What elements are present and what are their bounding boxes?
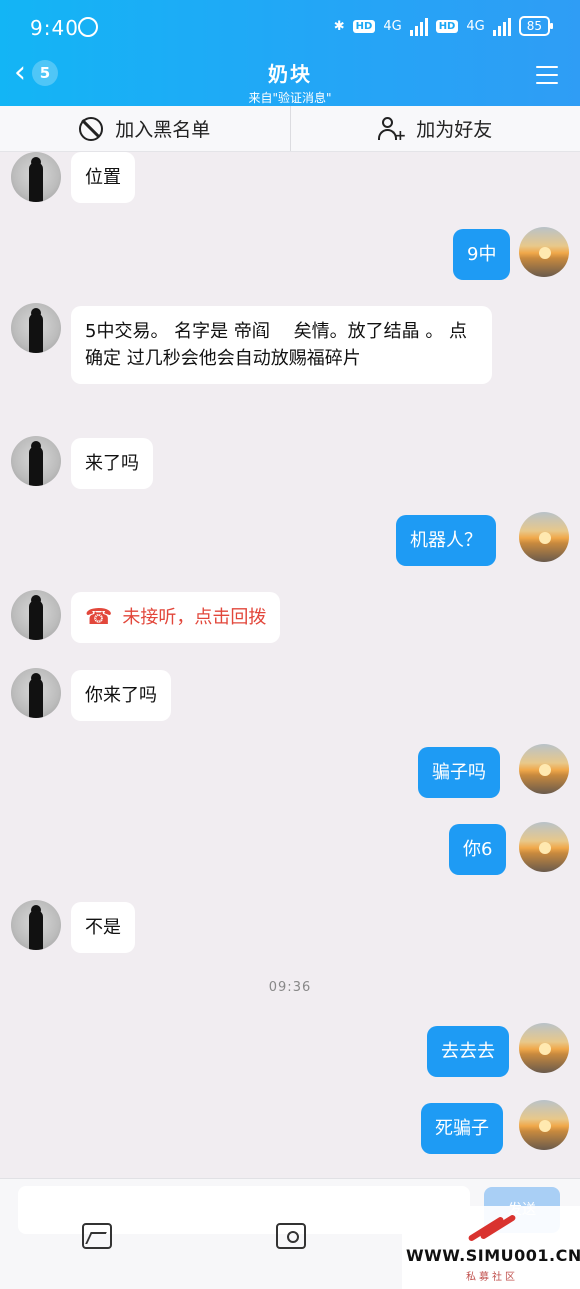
block-button[interactable]: 加入黑名单 [0, 106, 290, 151]
watermark-logo-icon [464, 1210, 522, 1243]
missed-call-text: 未接听，点击回拨 [122, 607, 267, 628]
my-avatar[interactable] [519, 822, 569, 872]
missed-call-bubble[interactable]: ☎ 未接听，点击回拨 [71, 592, 281, 643]
network-label: 4G [383, 18, 402, 34]
add-friend-icon: + [378, 116, 406, 143]
friend-avatar[interactable] [11, 436, 61, 486]
message-bubble-received[interactable]: 不是 [71, 902, 135, 953]
message-bubble-received[interactable]: 来了吗 [71, 438, 153, 489]
site-watermark: WWW.SIMU001.CN 私募社区 [402, 1206, 580, 1289]
friend-avatar[interactable] [11, 303, 61, 353]
friend-avatar[interactable] [11, 590, 61, 640]
title-block: 奶块 来自"验证消息" [0, 58, 580, 106]
message-bubble-received[interactable]: 你来了吗 [71, 670, 171, 721]
hd-badge: HD [435, 19, 459, 33]
message-bubble-sent[interactable]: 你6 [449, 824, 507, 875]
add-friend-button[interactable]: + 加为好友 [289, 106, 580, 151]
signal-icon [409, 16, 428, 36]
signal-icon [492, 16, 511, 36]
battery-indicator: 85 [518, 16, 554, 36]
my-avatar[interactable] [519, 744, 569, 794]
add-friend-label: 加为好友 [416, 119, 493, 141]
watermark-subtitle: 私募社区 [466, 1272, 518, 1283]
message-timestamp: 09:36 [268, 980, 312, 995]
my-avatar[interactable] [519, 512, 569, 562]
friend-avatar[interactable] [11, 668, 61, 718]
message-bubble-sent[interactable]: 死骗子 [421, 1103, 503, 1154]
status-time: 9:40 [30, 16, 79, 40]
hd-badge: HD [352, 19, 376, 33]
my-avatar[interactable] [519, 1023, 569, 1073]
chat-subtitle: 来自"验证消息" [248, 91, 332, 105]
message-bubble-sent[interactable]: 去去去 [427, 1026, 509, 1077]
my-avatar[interactable] [519, 227, 569, 277]
message-bubble-received[interactable]: 位置 [71, 152, 135, 203]
network-label: 4G [466, 18, 485, 34]
message-bubble-sent[interactable]: 机器人？ [396, 515, 496, 566]
message-bubble-sent[interactable]: 9中 [453, 229, 511, 280]
message-bubble-received[interactable]: 5中交易。 名字是 帝阎 矣情。放了结晶 。 点确定 过几秒会他会自动放赐福碎片 [71, 306, 492, 384]
chat-title: 奶块 [268, 62, 312, 86]
status-bar: 9:40 ✱ HD 4G HD 4G 85 [0, 0, 580, 56]
image-icon[interactable] [82, 1223, 112, 1249]
block-icon [79, 116, 104, 141]
friend-avatar[interactable] [11, 152, 61, 202]
bluetooth-icon: ✱ [333, 18, 345, 34]
friend-avatar[interactable] [11, 900, 61, 950]
message-bubble-sent[interactable]: 骗子吗 [418, 747, 500, 798]
menu-icon[interactable] [536, 66, 558, 84]
alarm-icon [78, 17, 98, 37]
status-indicators: ✱ HD 4G HD 4G 85 [333, 16, 554, 36]
watermark-url: WWW.SIMU001.CN [406, 1246, 580, 1265]
chat-header: 9:40 ✱ HD 4G HD 4G 85 ‹ 5 奶块 来自"验证消息" [0, 0, 580, 106]
phone-icon: ☎ [85, 604, 113, 630]
block-label: 加入黑名单 [115, 119, 211, 141]
my-avatar[interactable] [519, 1100, 569, 1150]
stranger-action-bar: 加入黑名单 + 加为好友 [0, 106, 580, 152]
camera-icon[interactable] [276, 1223, 306, 1249]
